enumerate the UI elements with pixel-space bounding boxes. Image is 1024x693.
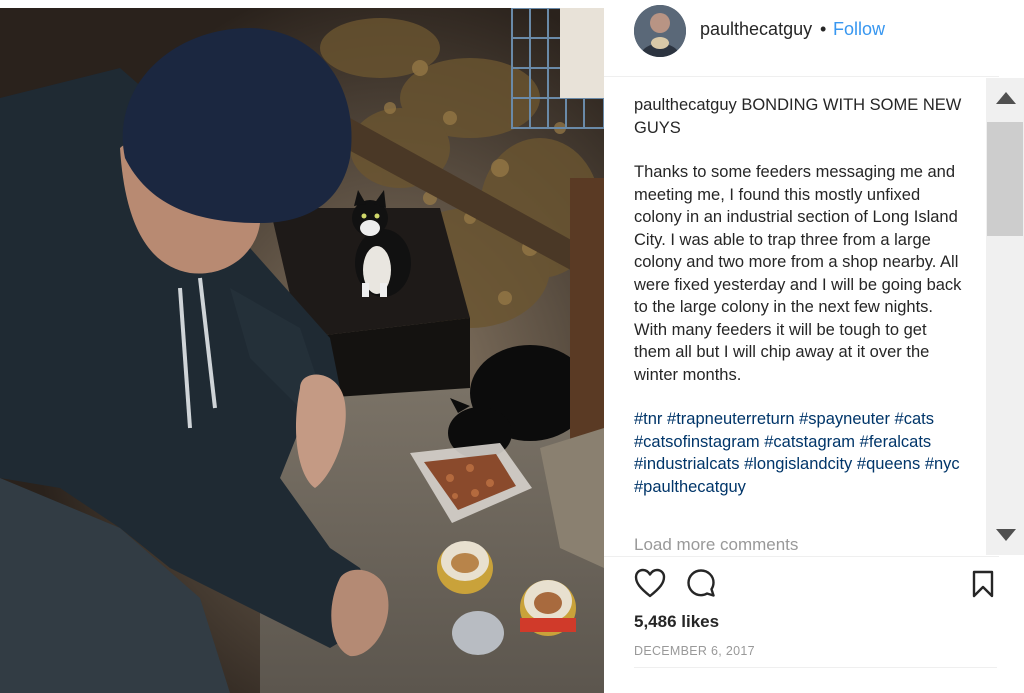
hashtag-link[interactable]: #feralcats [860,433,932,451]
hashtag-link[interactable]: #queens [857,455,920,473]
hashtag-link[interactable]: #cats [895,410,934,428]
bookmark-icon[interactable] [971,570,995,603]
photo-illustration [0,8,604,693]
divider [634,667,997,668]
scroll-up-arrow-icon[interactable] [996,92,1016,104]
hashtags: #tnr #trapneuterreturn #spayneuter #cats… [634,408,964,498]
scrollbar-thumb[interactable] [987,122,1023,236]
hashtag-link[interactable]: #catstagram [764,433,855,451]
hashtag-link[interactable]: #nyc [925,455,960,473]
load-more-comments-link[interactable]: Load more comments [634,535,798,555]
separator-dot: • [820,19,827,39]
hashtag-link[interactable]: #industrialcats [634,455,739,473]
hashtag-link[interactable]: #tnr [634,410,662,428]
post-date[interactable]: DECEMBER 6, 2017 [634,644,755,658]
hashtag-link[interactable]: #trapneuterreturn [667,410,795,428]
post-photo [0,8,604,693]
comment-icon[interactable] [686,568,716,603]
hashtag-link[interactable]: #catsofinstagram [634,433,760,451]
post-side-panel: paulthecatguy • Follow paulthecatguy BON… [604,0,1024,693]
avatar[interactable] [634,5,686,57]
comments-area: paulthecatguy BONDING WITH SOME NEW GUYS… [634,94,964,520]
username-link[interactable]: paulthecatguy [700,19,812,40]
post-header: paulthecatguy • Follow [604,0,999,77]
divider [604,556,999,557]
caption-body: Thanks to some feeders messaging me and … [634,163,962,384]
heart-icon[interactable] [634,568,666,603]
hashtag-link[interactable]: #longislandcity [744,455,852,473]
scroll-down-arrow-icon[interactable] [996,529,1016,541]
caption-username[interactable]: paulthecatguy [634,96,737,114]
likes-count[interactable]: 5,486 likes [634,612,719,632]
follow-button[interactable]: Follow [833,19,885,40]
caption-title-line: paulthecatguy BONDING WITH SOME NEW GUYS [634,94,964,139]
hashtag-link[interactable]: #paulthecatguy [634,478,746,496]
hashtag-link[interactable]: #spayneuter [799,410,890,428]
comments-scrollbar[interactable] [986,78,1024,555]
